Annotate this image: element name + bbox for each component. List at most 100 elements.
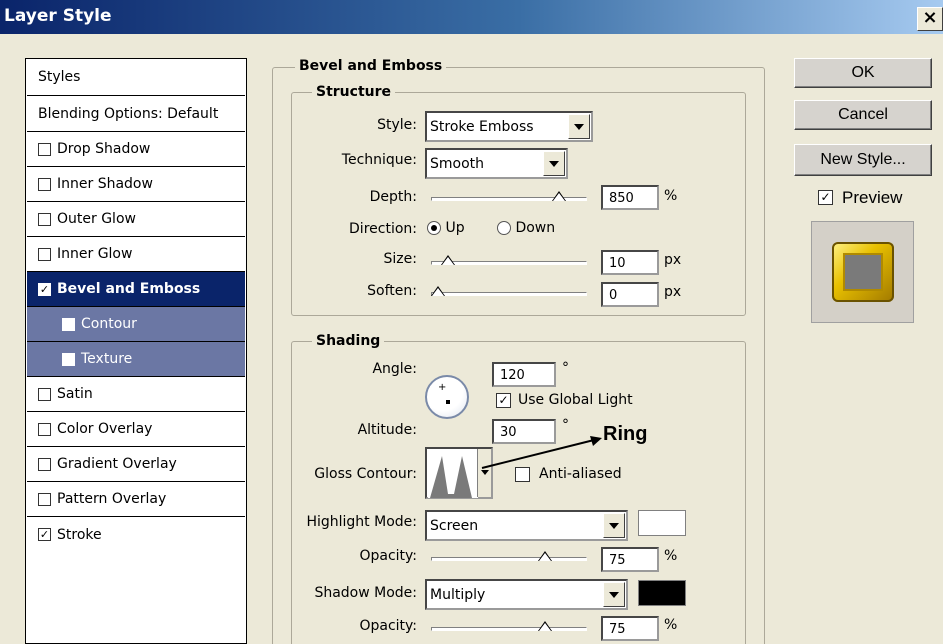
preview-thumbnail (811, 221, 914, 323)
contour-checkbox[interactable] (62, 317, 75, 331)
sidebar-item-outer-glow[interactable]: Outer Glow (27, 202, 245, 237)
technique-select[interactable]: Smooth (425, 148, 568, 179)
shadow-color-swatch[interactable] (638, 580, 686, 606)
shadow-mode-select[interactable]: Multiply (425, 579, 628, 610)
bevel-emboss-title: Bevel and Emboss (295, 58, 447, 74)
highlight-mode-select[interactable]: Screen (425, 510, 628, 541)
sidebar-item-color-overlay[interactable]: Color Overlay (27, 412, 245, 447)
new-style-button[interactable]: New Style... (794, 144, 932, 176)
gloss-contour-label: Gloss Contour: (314, 466, 417, 482)
soften-input[interactable]: 0 (601, 282, 659, 307)
shadow-mode-label: Shadow Mode: (314, 585, 417, 601)
angle-unit: ° (562, 360, 569, 376)
depth-label: Depth: (369, 189, 417, 205)
style-select[interactable]: Stroke Emboss (425, 111, 593, 142)
sidebar-item-label: Bevel and Emboss (57, 281, 201, 297)
depth-slider[interactable] (431, 191, 587, 205)
soften-unit: px (664, 284, 682, 300)
highlight-mode-label: Highlight Mode: (306, 514, 417, 530)
blending-options-item[interactable]: Blending Options: Default (27, 96, 245, 132)
close-button[interactable]: × (917, 7, 943, 31)
size-slider[interactable] (431, 255, 587, 269)
sidebar-item-gradient-overlay[interactable]: Gradient Overlay (27, 447, 245, 482)
stroke-checkbox[interactable]: ✓ (38, 528, 51, 541)
shadow-mode-value: Multiply (430, 586, 486, 603)
chevron-down-icon[interactable] (603, 513, 625, 538)
sidebar-item-label: Drop Shadow (57, 141, 151, 157)
sidebar-item-label: Texture (81, 351, 133, 367)
soften-slider[interactable] (431, 286, 587, 300)
shadow-opacity-slider[interactable] (431, 621, 587, 635)
contour-preview-icon (428, 450, 478, 498)
slider-thumb[interactable] (431, 286, 445, 296)
depth-input[interactable]: 850 (601, 185, 659, 210)
slider-thumb[interactable] (441, 255, 455, 265)
sidebar-item-inner-glow[interactable]: Inner Glow (27, 237, 245, 272)
radio-down[interactable] (497, 221, 511, 235)
structure-title: Structure (312, 84, 396, 100)
ok-button[interactable]: OK (794, 58, 932, 88)
styles-panel: Styles Blending Options: Default Drop Sh… (25, 58, 247, 644)
sidebar-item-label: Color Overlay (57, 421, 153, 437)
sidebar-item-pattern-overlay[interactable]: Pattern Overlay (27, 482, 245, 517)
sidebar-item-texture[interactable]: Texture (27, 342, 245, 377)
direction-up-option[interactable]: Up (427, 220, 465, 236)
styles-header[interactable]: Styles (27, 59, 245, 96)
size-label: Size: (383, 251, 417, 267)
sidebar-item-drop-shadow[interactable]: Drop Shadow (27, 132, 245, 167)
slider-thumb[interactable] (538, 551, 552, 561)
opacity-highlight-label: Opacity: (359, 548, 417, 564)
shadow-opacity-input[interactable]: 75 (601, 616, 659, 641)
texture-checkbox[interactable] (62, 352, 75, 366)
chevron-down-icon[interactable] (568, 114, 590, 139)
chevron-down-icon[interactable] (543, 151, 565, 176)
sidebar-item-label: Pattern Overlay (57, 491, 167, 507)
outer-glow-checkbox[interactable] (38, 212, 51, 226)
inner-shadow-checkbox[interactable] (38, 177, 51, 191)
radio-up[interactable] (427, 221, 441, 235)
highlight-opacity-input[interactable]: 75 (601, 547, 659, 572)
inner-glow-checkbox[interactable] (38, 247, 51, 261)
angle-input[interactable]: 120 (492, 362, 556, 387)
color-overlay-checkbox[interactable] (38, 422, 51, 436)
window-title: Layer Style (4, 6, 112, 26)
crosshair-icon: + (438, 382, 447, 393)
shading-title: Shading (312, 333, 385, 349)
size-unit: px (664, 252, 682, 268)
satin-checkbox[interactable] (38, 387, 51, 401)
shadow-opacity-unit: % (664, 617, 678, 633)
styles-header-label: Styles (38, 69, 81, 85)
direction-label: Direction: (349, 221, 417, 237)
sidebar-item-inner-shadow[interactable]: Inner Shadow (27, 167, 245, 202)
angle-label: Angle: (372, 361, 417, 377)
anti-aliased-checkbox[interactable] (515, 467, 530, 482)
use-global-light-checkbox[interactable]: ✓ (496, 393, 511, 408)
angle-dial[interactable]: + (425, 375, 469, 419)
highlight-opacity-slider[interactable] (431, 551, 587, 565)
sidebar-item-stroke[interactable]: ✓ Stroke (27, 517, 245, 552)
sidebar-item-satin[interactable]: Satin (27, 377, 245, 412)
sidebar-item-bevel-emboss[interactable]: ✓ Bevel and Emboss (27, 272, 245, 307)
preview-swatch-icon (832, 242, 894, 302)
chevron-down-icon (481, 470, 489, 475)
use-global-light-label: Use Global Light (518, 392, 633, 408)
down-label: Down (515, 220, 556, 236)
sidebar-item-contour[interactable]: Contour (27, 307, 245, 342)
blending-options-label: Blending Options: Default (38, 105, 219, 122)
gradient-overlay-checkbox[interactable] (38, 457, 51, 471)
drop-shadow-checkbox[interactable] (38, 142, 51, 156)
slider-thumb[interactable] (552, 191, 566, 201)
sidebar-item-label: Inner Shadow (57, 176, 153, 192)
title-bar: Layer Style × (0, 0, 943, 34)
pattern-overlay-checkbox[interactable] (38, 492, 51, 506)
preview-checkbox[interactable]: ✓ (818, 190, 833, 205)
slider-thumb[interactable] (538, 621, 552, 631)
size-input[interactable]: 10 (601, 250, 659, 275)
bevel-emboss-checkbox[interactable]: ✓ (38, 282, 51, 296)
sidebar-item-label: Stroke (57, 526, 102, 543)
direction-down-option[interactable]: Down (497, 220, 555, 236)
highlight-color-swatch[interactable] (638, 510, 686, 536)
cancel-button[interactable]: Cancel (794, 100, 932, 130)
anti-aliased-label: Anti-aliased (539, 466, 622, 482)
chevron-down-icon[interactable] (603, 582, 625, 607)
